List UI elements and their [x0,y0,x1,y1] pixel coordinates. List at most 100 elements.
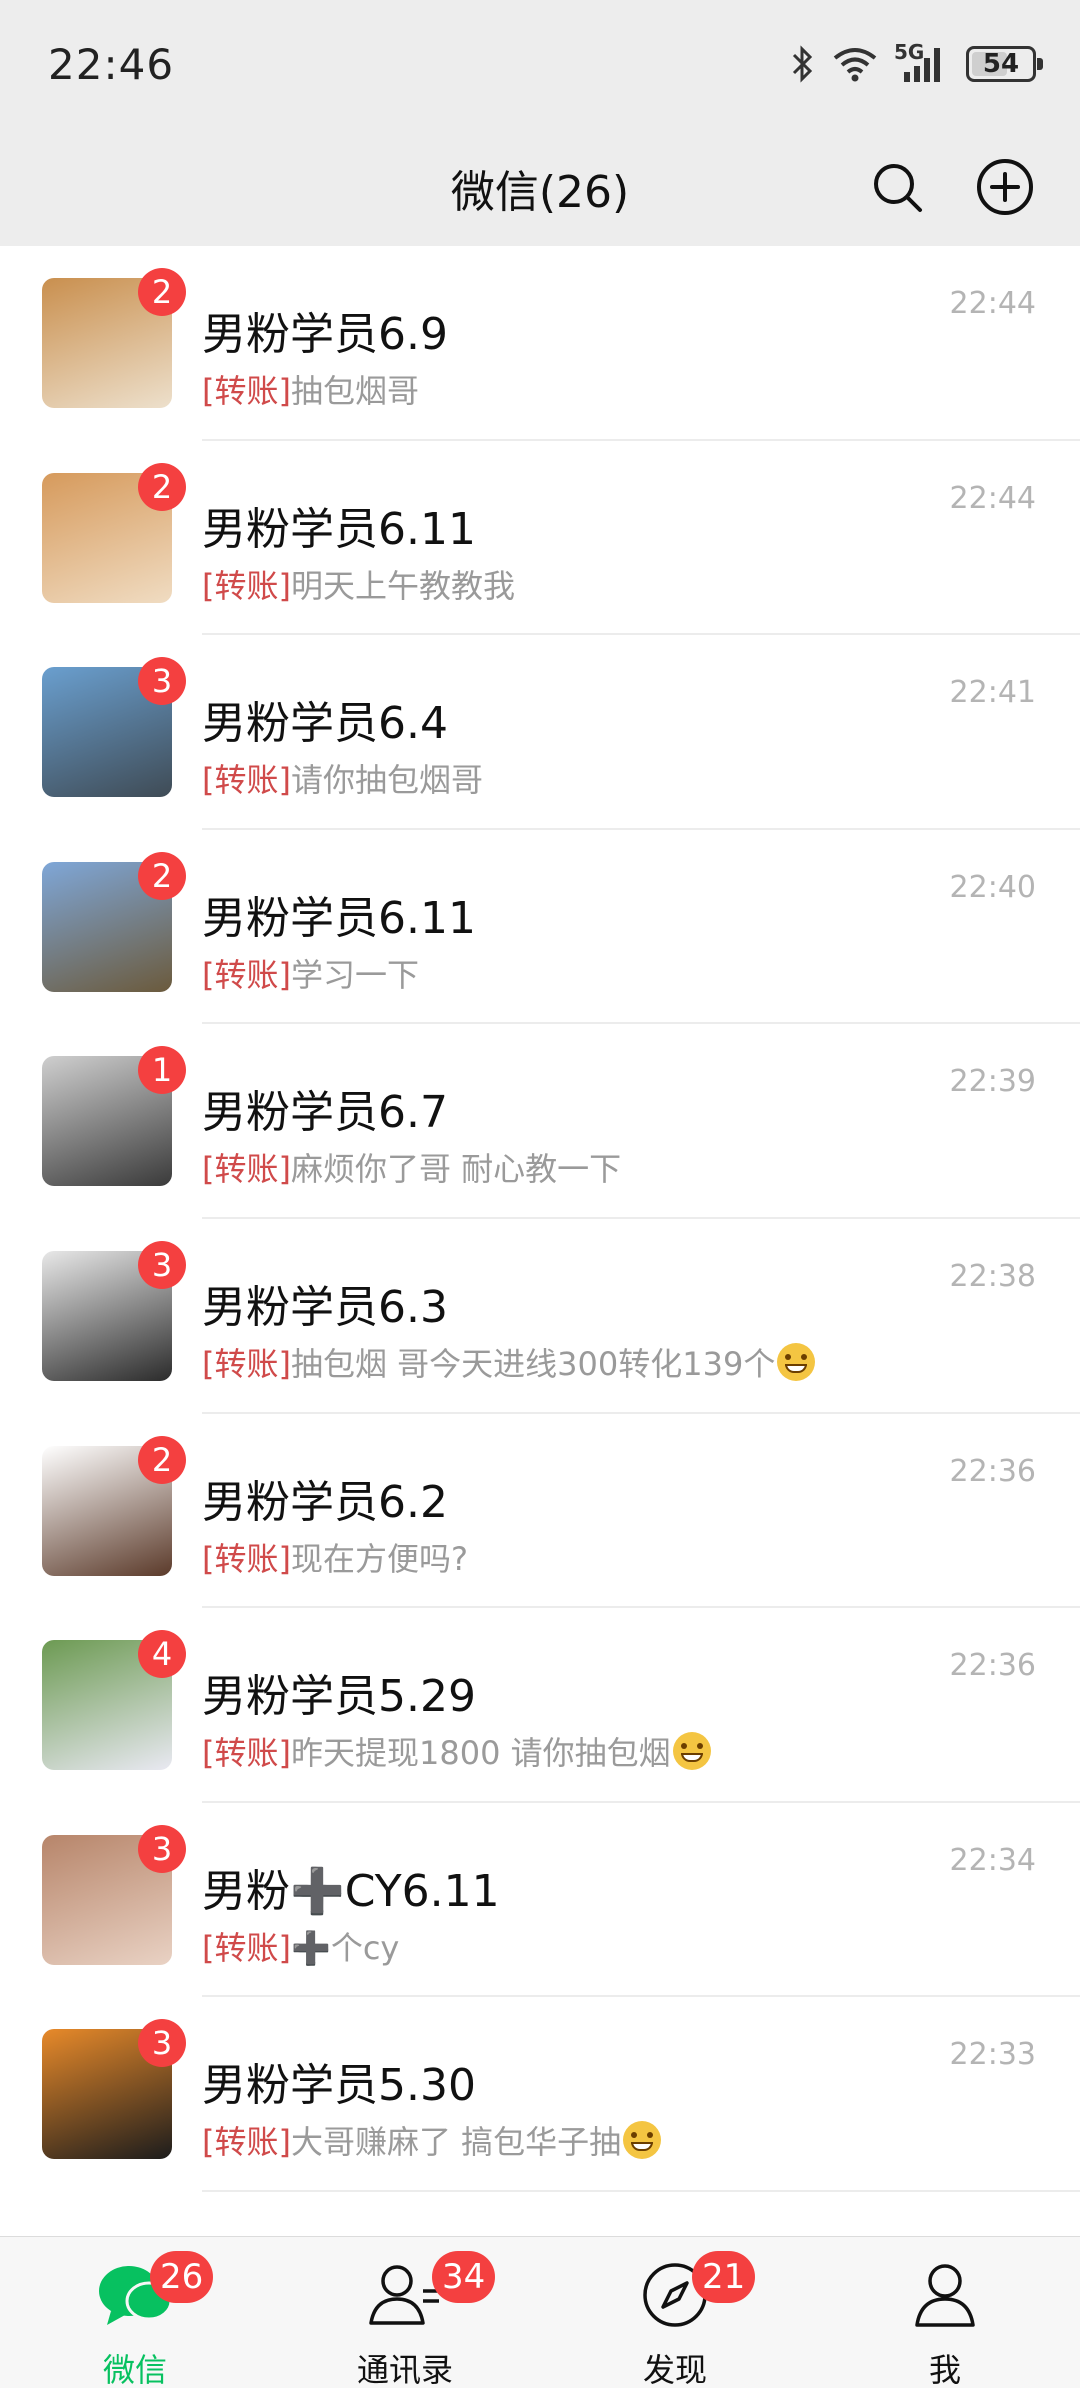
chat-row[interactable]: 3 男粉学员5.30 [转账]大哥赚麻了 搞包华子抽 22:33 [0,1997,1080,2192]
tab-label: 我 [928,2351,961,2389]
status-time: 22:46 [48,40,175,89]
app-header: 微信(26) [0,130,1080,247]
preview-text: 抽包烟哥 [290,372,419,410]
chat-time: 22:40 [949,869,1036,905]
chat-name: 男粉学员5.29 [202,1671,476,1723]
chat-row[interactable]: 2 男粉学员6.9 [转账]抽包烟哥 22:44 [0,246,1080,441]
chat-row[interactable]: 3 男粉➕CY6.11 [转账]➕个cy 22:34 [0,1803,1080,1998]
chat-preview: [转账]昨天提现1800 请你抽包烟 [202,1728,711,1774]
chat-time: 22:44 [949,480,1036,516]
chat-row[interactable]: 3 男粉学员6.4 [转账]请你抽包烟哥 22:41 [0,635,1080,830]
preview-text: 抽包烟 哥今天进线300转化139个 [290,1344,776,1383]
unread-badge: 3 [138,657,186,706]
transfer-tag: [转账] [202,1150,291,1189]
chat-row[interactable]: 3 男粉学员6.3 [转账]抽包烟 哥今天进线300转化139个 22:38 [0,1219,1080,1414]
chat-preview: [转账]抽包烟哥 [202,366,419,412]
bluetooth-icon [790,45,816,83]
chat-row[interactable]: 4 男粉学员5.29 [转账]昨天提现1800 请你抽包烟 22:36 [0,1608,1080,1803]
unread-badge: 2 [138,462,186,511]
chat-time: 22:33 [949,2037,1036,2073]
chat-time: 22:41 [949,675,1036,711]
tab-badge: 26 [150,2251,214,2303]
chat-name: 男粉学员6.2 [202,1476,448,1528]
chat-preview: [转账]学习一下 [202,950,419,996]
chat-name: 男粉学员6.7 [202,1087,448,1139]
grin-emoji-icon [777,1342,816,1381]
chat-preview: [转账]大哥赚麻了 搞包华子抽 [202,2117,662,2163]
plus-circle-icon [977,159,1033,215]
unread-badge: 3 [138,1824,186,1873]
transfer-tag: [转账] [202,1539,291,1578]
chat-time: 22:36 [949,1453,1036,1489]
chat-name: 男粉学员6.11 [202,892,476,944]
chat-row[interactable]: 2 男粉学员6.11 [转账]明天上午教教我 22:44 [0,441,1080,636]
battery-level: 54 [982,49,1020,79]
chat-name: 男粉学员5.30 [202,2060,476,2112]
unread-badge: 4 [138,1630,186,1679]
tab-label: 通讯录 [356,2351,453,2389]
add-button[interactable] [970,152,1040,222]
chat-preview: [转账]抽包烟 哥今天进线300转化139个 [202,1339,816,1385]
tab-label: 微信 [102,2351,167,2389]
preview-text: 请你抽包烟哥 [290,761,483,800]
chat-name: 男粉学员6.11 [202,503,476,555]
unread-badge: 1 [138,1046,186,1095]
chat-preview: [转账]麻烦你了哥 耐心教一下 [202,1144,621,1190]
tab-chats[interactable]: 26 微信 [0,2237,270,2389]
transfer-tag: [转账] [202,372,291,410]
preview-text: 现在方便吗? [290,1539,468,1578]
transfer-tag: [转账] [202,761,291,800]
chat-time: 22:44 [949,286,1036,321]
chat-time: 22:36 [949,1648,1036,1684]
status-bar: 22:46 5G 54 [0,0,1080,130]
chat-time: 22:38 [949,1258,1036,1294]
grin-emoji-icon [623,2121,662,2160]
person-icon [907,2257,983,2333]
chat-preview: [转账]现在方便吗? [202,1534,468,1580]
transfer-tag: [转账] [202,955,291,994]
tab-badge: 21 [692,2251,756,2303]
unread-badge: 2 [138,268,186,316]
tab-me[interactable]: 我 [810,2237,1080,2389]
chat-row[interactable]: 2 男粉学员6.2 [转账]现在方便吗? 22:36 [0,1414,1080,1609]
unread-badge: 3 [138,2019,186,2068]
tab-bar: 26 微信 34 通讯录 21 发现 我 [0,2236,1080,2389]
tab-badge: 34 [432,2251,496,2303]
chat-row[interactable]: 1 男粉学员6.7 [转账]麻烦你了哥 耐心教一下 22:39 [0,1024,1080,1219]
wifi-icon [832,46,878,82]
unread-badge: 2 [138,1435,186,1484]
chat-row[interactable]: 2 男粉学员6.11 [转账]学习一下 22:40 [0,830,1080,1025]
battery-icon: 54 [966,46,1043,82]
chat-list: 2 男粉学员6.9 [转账]抽包烟哥 22:44 2 男粉学员6.11 [转账]明天上午教教… [0,246,1080,2236]
tab-contacts[interactable]: 34 通讯录 [270,2237,540,2389]
unread-badge: 2 [138,851,186,900]
chat-preview: [转账]➕个cy [202,1923,399,1969]
chat-name: 男粉学员6.4 [202,698,448,750]
preview-text: 明天上午教教我 [290,566,515,605]
tab-label: 发现 [642,2351,707,2389]
chat-preview: [转账]请你抽包烟哥 [202,755,483,801]
transfer-tag: [转账] [202,1344,291,1383]
signal-5g-icon: 5G [894,40,950,84]
chat-name: 男粉学员6.3 [202,1281,448,1333]
chat-preview: [转账]明天上午教教我 [202,561,515,607]
chat-time: 22:39 [949,1064,1036,1100]
contacts-icon [367,2257,443,2333]
status-icons: 5G 54 [790,40,1043,84]
divider [202,2189,1080,2192]
transfer-tag: [转账] [202,1734,291,1773]
transfer-tag: [转账] [202,566,291,605]
preview-text: 大哥赚麻了 搞包华子抽 [290,2123,622,2162]
transfer-tag: [转账] [202,2123,291,2162]
preview-text: 麻烦你了哥 耐心教一下 [290,1150,622,1189]
unread-badge: 3 [138,1240,186,1289]
tab-discover[interactable]: 21 发现 [540,2237,810,2389]
transfer-tag: [转账] [202,1928,291,1967]
search-button[interactable] [862,152,932,222]
preview-text: 昨天提现1800 请你抽包烟 [290,1734,671,1773]
chat-time: 22:34 [949,1842,1036,1878]
preview-text: ➕个cy [290,1928,400,1967]
search-icon [874,164,922,212]
grin-emoji-icon [672,1732,711,1771]
chat-name: 男粉➕CY6.11 [202,1865,500,1917]
